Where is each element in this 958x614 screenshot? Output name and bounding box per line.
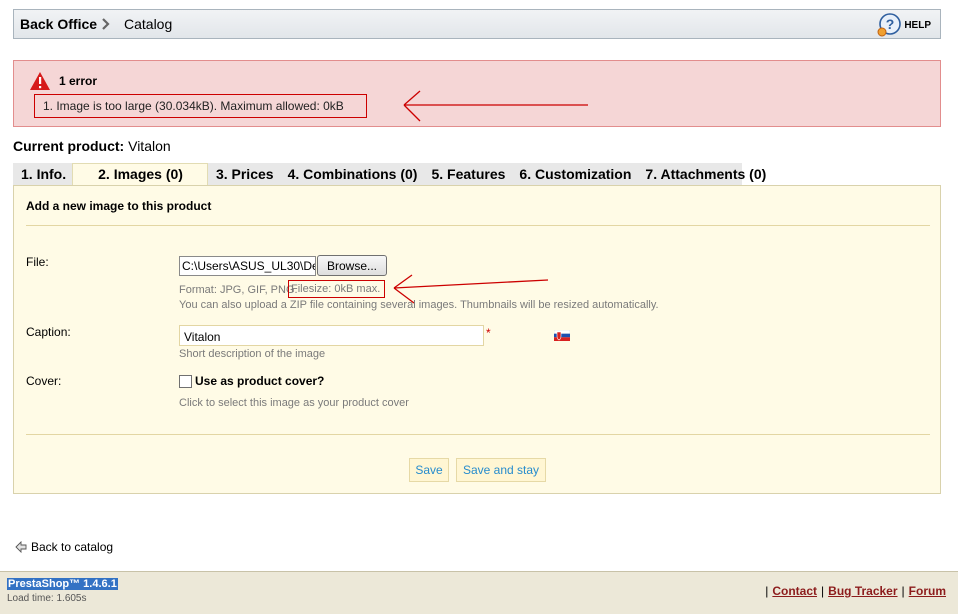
footer-separator: | (901, 584, 905, 598)
divider (26, 225, 930, 226)
breadcrumb-back-office[interactable]: Back Office (20, 16, 97, 32)
back-to-catalog-label: Back to catalog (31, 540, 114, 554)
cover-hint: Click to select this image as your produ… (179, 397, 409, 409)
breadcrumb-catalog: Catalog (124, 16, 173, 32)
browse-button[interactable]: Browse... (317, 255, 387, 276)
cover-label: Cover: (26, 374, 62, 388)
back-to-catalog-link[interactable]: Back to catalog (15, 540, 113, 554)
chevron-right-icon (102, 18, 110, 30)
footer-separator: | (821, 584, 825, 598)
arrow-left-icon (15, 541, 27, 553)
tab-customization[interactable]: 6. Customization (511, 163, 637, 185)
footer-links: | Contact | Bug Tracker | Forum (765, 584, 946, 598)
product-tabs: 1. Info. 2. Images (0) 3. Prices 4. Comb… (13, 163, 766, 186)
cover-checkbox[interactable] (179, 375, 192, 388)
tab-images[interactable]: 2. Images (0) (72, 163, 208, 186)
error-title: 1 error (59, 74, 98, 88)
save-and-stay-button[interactable]: Save and stay (456, 458, 546, 482)
file-label: File: (26, 255, 49, 269)
panel-heading: Add a new image to this product (26, 199, 212, 213)
tab-attachments[interactable]: 7. Attachments (0) (637, 163, 772, 185)
error-box: 1 error 1. Image is too large (30.034kB)… (13, 60, 941, 127)
footer-brand: PrestaShop™ 1.4.6.1 (7, 578, 118, 590)
breadcrumb: Back Office Catalog ? HELP (13, 9, 941, 39)
tab-features[interactable]: 5. Features (423, 163, 511, 185)
help-button[interactable]: ? HELP (877, 13, 931, 37)
save-button[interactable]: Save (409, 458, 449, 482)
current-product-name: Vitalon (128, 138, 171, 154)
format-hint: Format: JPG, GIF, PNG. (179, 284, 298, 296)
current-product: Current product: Vitalon (13, 138, 171, 154)
footer-link-contact[interactable]: Contact (772, 584, 817, 598)
caption-hint: Short description of the image (179, 348, 326, 360)
footer-link-forum[interactable]: Forum (909, 584, 946, 598)
footer: PrestaShop™ 1.4.6.1 Load time: 1.605s | … (0, 571, 958, 614)
footer-link-bug-tracker[interactable]: Bug Tracker (828, 584, 897, 598)
language-flag-icon[interactable] (554, 330, 570, 341)
help-label: HELP (904, 19, 931, 31)
required-mark: * (486, 326, 491, 340)
tab-combinations[interactable]: 4. Combinations (0) (280, 163, 424, 185)
current-product-label: Current product: (13, 138, 125, 154)
footer-separator: | (765, 584, 769, 598)
annotation-arrow (403, 90, 588, 122)
tab-prices[interactable]: 3. Prices (208, 163, 280, 185)
caption-input[interactable] (179, 325, 484, 346)
divider (26, 434, 930, 435)
filesize-hint: Filesize: 0kB max. (288, 280, 385, 298)
file-path-field[interactable]: C:\Users\ASUS_UL30\De (179, 256, 316, 276)
warning-icon (30, 72, 50, 90)
tab-info[interactable]: 1. Info. (13, 163, 72, 185)
image-form-panel: Add a new image to this product File: C:… (13, 185, 941, 494)
error-message: 1. Image is too large (30.034kB). Maximu… (34, 94, 367, 118)
svg-text:?: ? (886, 16, 895, 32)
footer-load-time: Load time: 1.605s (7, 593, 87, 604)
caption-label: Caption: (26, 325, 71, 339)
help-icon: ? (877, 13, 902, 37)
zip-hint: You can also upload a ZIP file containin… (179, 299, 659, 311)
cover-checkbox-label[interactable]: Use as product cover? (195, 374, 324, 388)
